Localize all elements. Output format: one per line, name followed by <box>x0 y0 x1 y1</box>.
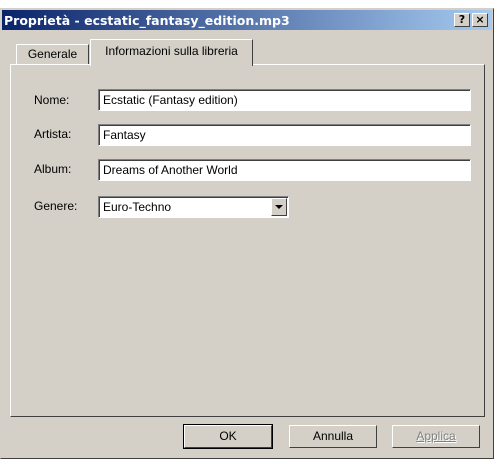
tab-informazioni-libreria[interactable]: Informazioni sulla libreria <box>90 39 253 66</box>
name-label: Nome: <box>34 93 70 107</box>
album-field[interactable]: Dreams of Another World <box>98 159 471 181</box>
album-label: Album: <box>34 162 72 176</box>
genre-label: Genere: <box>34 199 78 213</box>
close-button[interactable]: × <box>472 13 488 27</box>
artist-label: Artista: <box>34 127 72 141</box>
tab-generale[interactable]: Generale <box>16 44 89 64</box>
help-icon: ? <box>458 13 466 26</box>
cancel-button[interactable]: Annulla <box>289 425 377 448</box>
title-bar[interactable]: Proprietà - ecstatic_fantasy_edition.mp3… <box>2 10 492 30</box>
apply-button: Applica <box>392 425 480 448</box>
genre-value: Euro-Techno <box>103 200 172 214</box>
genre-dropdown-button[interactable] <box>271 198 287 216</box>
help-button[interactable]: ? <box>454 13 470 27</box>
ok-button[interactable]: OK <box>183 424 273 449</box>
artist-field[interactable]: Fantasy <box>98 124 471 146</box>
close-icon: × <box>475 13 485 26</box>
tab-panel: Nome: Ecstatic (Fantasy edition) Artista… <box>10 64 485 417</box>
name-field[interactable]: Ecstatic (Fantasy edition) <box>98 89 471 111</box>
window-title: Proprietà - ecstatic_fantasy_edition.mp3 <box>4 13 290 28</box>
genre-select[interactable]: Euro-Techno <box>98 196 289 218</box>
chevron-down-icon <box>275 205 283 209</box>
